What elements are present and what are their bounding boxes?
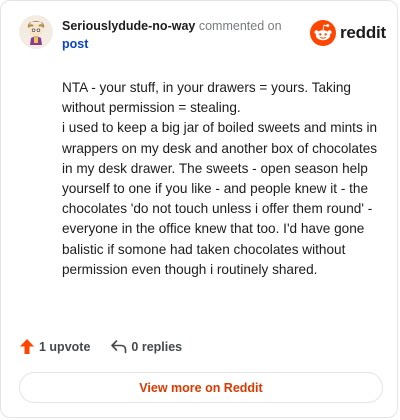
comment-actions: 1 upvote 0 replies bbox=[19, 338, 182, 355]
avatar-icon[interactable] bbox=[19, 15, 53, 49]
reddit-logo[interactable]: reddit bbox=[310, 20, 386, 46]
author-name[interactable]: Seriouslydude-no-way bbox=[62, 19, 195, 33]
view-more-button[interactable]: View more on Reddit bbox=[19, 372, 383, 403]
upvote-count: 1 upvote bbox=[39, 339, 91, 354]
replies-button[interactable]: 0 replies bbox=[110, 339, 182, 354]
reply-arrow-icon bbox=[111, 340, 127, 354]
upvote-arrow-icon bbox=[20, 339, 34, 354]
replies-count: 0 replies bbox=[131, 339, 183, 354]
upvote-button[interactable]: 1 upvote bbox=[19, 338, 90, 355]
post-link[interactable]: post bbox=[62, 37, 88, 51]
comment-header: Seriouslydude-no-way commented on bbox=[62, 18, 302, 35]
commented-on-label: commented on bbox=[198, 19, 282, 33]
reddit-snoo-icon bbox=[310, 20, 336, 46]
reddit-wordmark: reddit bbox=[340, 23, 387, 42]
comment-body: NTA - your stuff, in your drawers = your… bbox=[62, 80, 378, 277]
reddit-comment-card: Seriouslydude-no-way commented on post r… bbox=[0, 0, 398, 418]
